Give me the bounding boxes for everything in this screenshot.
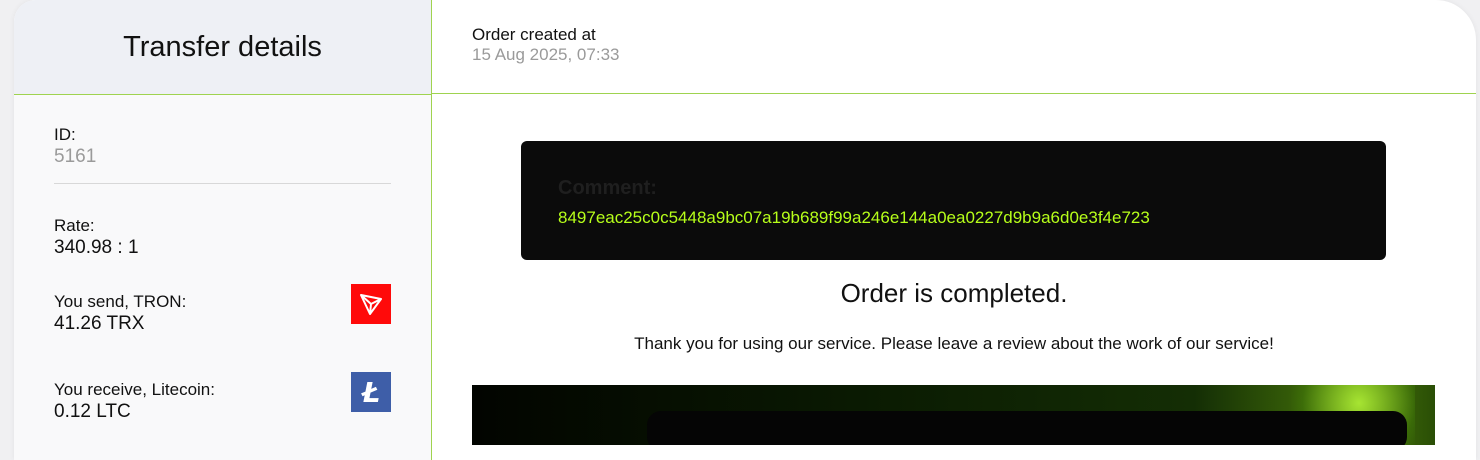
litecoin-icon: Ł: [351, 372, 391, 412]
order-id-label: ID:: [54, 125, 76, 144]
rate-label: Rate:: [54, 216, 95, 235]
send-value: 41.26 TRX: [54, 313, 145, 334]
send-label: You send, TRON:: [54, 292, 187, 311]
transfer-details-title: Transfer details: [14, 0, 431, 95]
send-field: You send, TRON: 41.26 TRX: [54, 284, 391, 336]
transfer-card: Transfer details ID: 5161 Rate: 340.98 :…: [14, 0, 1476, 460]
order-created-value: 15 Aug 2025, 07:33: [472, 45, 620, 64]
order-id-field: ID: 5161: [54, 125, 391, 184]
order-id-value: 5161: [54, 146, 97, 167]
comment-value[interactable]: 8497eac25c0c5448a9bc07a19b689f99a246e144…: [558, 208, 1386, 228]
rate-field: Rate: 340.98 : 1: [54, 216, 391, 260]
tron-logo-icon: [360, 294, 382, 315]
transfer-details-panel: Transfer details ID: 5161 Rate: 340.98 :…: [14, 0, 432, 460]
banner-pill: [647, 411, 1407, 445]
receive-value: 0.12 LTC: [54, 401, 131, 422]
transfer-details-body: ID: 5161 Rate: 340.98 : 1 You send, TRON…: [14, 95, 431, 424]
promo-banner[interactable]: [472, 385, 1435, 445]
receive-label: You receive, Litecoin:: [54, 380, 215, 399]
order-created-header: Order created at 15 Aug 2025, 07:33: [432, 0, 1476, 94]
order-panel: Order created at 15 Aug 2025, 07:33 Comm…: [432, 0, 1476, 460]
comment-label: Comment:: [558, 177, 657, 199]
comment-box: Comment: 8497eac25c0c5448a9bc07a19b689f9…: [521, 141, 1386, 260]
order-status: Order is completed.: [840, 278, 1068, 308]
rate-value: 340.98 : 1: [54, 237, 139, 258]
thanks-message: Thank you for using our service. Please …: [634, 334, 1274, 353]
tron-icon: [351, 284, 391, 324]
receive-field: You receive, Litecoin: 0.12 LTC Ł: [54, 372, 391, 424]
order-created-label: Order created at: [472, 25, 596, 44]
